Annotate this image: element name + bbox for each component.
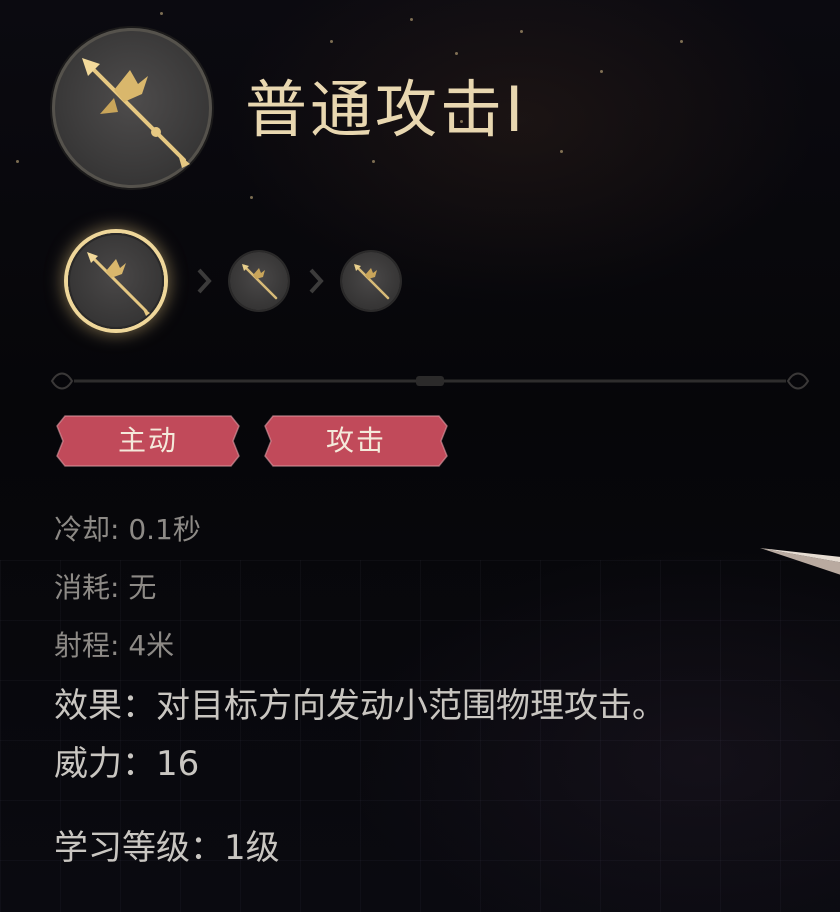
spear-icon bbox=[82, 58, 190, 168]
star-decoration bbox=[455, 52, 458, 55]
star-decoration bbox=[520, 30, 523, 33]
spear-icon bbox=[87, 252, 150, 316]
star-decoration bbox=[560, 150, 563, 153]
star-decoration bbox=[410, 18, 413, 21]
skill-level-node-1[interactable] bbox=[68, 233, 164, 329]
skill-icon bbox=[52, 28, 212, 188]
spear-icon bbox=[354, 264, 390, 300]
chevron-right-icon bbox=[309, 268, 324, 294]
stat-cost: 消耗: 无 bbox=[54, 571, 157, 604]
section-divider bbox=[50, 372, 810, 390]
star-decoration bbox=[600, 70, 603, 73]
skill-title: 普通攻击I bbox=[245, 73, 527, 146]
skill-level-node-3[interactable] bbox=[342, 252, 400, 310]
tag-active: 主动 bbox=[55, 414, 241, 468]
star-decoration bbox=[680, 40, 683, 43]
star-decoration bbox=[372, 160, 375, 163]
star-decoration bbox=[250, 196, 253, 199]
stat-power: 威力：16 bbox=[54, 744, 200, 784]
tag-label: 主动 bbox=[117, 424, 178, 457]
spear-tip-decoration bbox=[760, 548, 840, 575]
skill-detail-panel: 普通攻击I 主动 攻击 冷却: 0.1秒 消耗: 无 射程: 4米 效果：对目标… bbox=[0, 0, 840, 912]
skill-level-node-2[interactable] bbox=[230, 252, 288, 310]
stat-effect: 效果：对目标方向发动小范围物理攻击。 bbox=[54, 686, 666, 726]
star-decoration bbox=[160, 12, 163, 15]
star-decoration bbox=[330, 40, 333, 43]
stat-learn-level: 学习等级：1级 bbox=[54, 828, 280, 868]
tag-label: 攻击 bbox=[325, 424, 386, 457]
star-decoration bbox=[16, 160, 19, 163]
stat-cooldown: 冷却: 0.1秒 bbox=[54, 513, 201, 546]
spear-icon bbox=[242, 264, 278, 300]
tag-attack: 攻击 bbox=[263, 414, 449, 468]
chevron-right-icon bbox=[197, 268, 212, 294]
stat-range: 射程: 4米 bbox=[54, 629, 175, 662]
